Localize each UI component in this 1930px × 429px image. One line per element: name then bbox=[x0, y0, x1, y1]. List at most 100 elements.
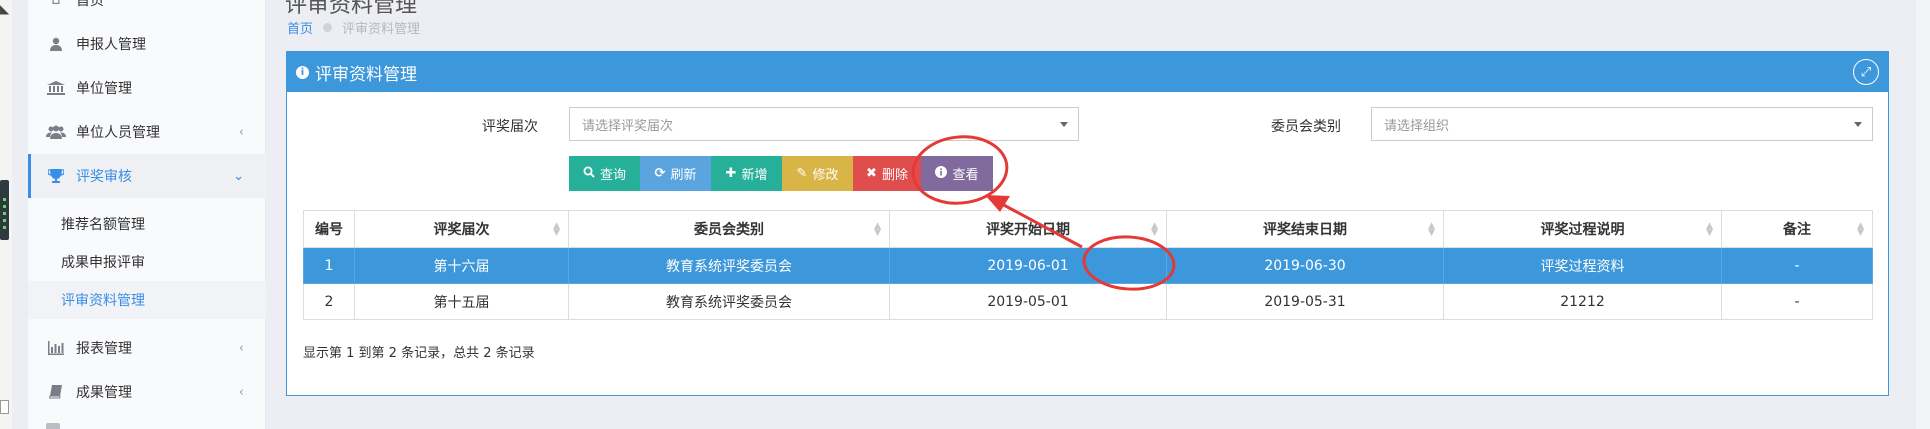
page-title: 评审资料管理 bbox=[285, 0, 418, 18]
sidebar-subitem-label: 成果申报评审 bbox=[61, 255, 145, 271]
breadcrumb-home-link[interactable]: 首页 bbox=[287, 18, 313, 37]
table-cell: 21212 bbox=[1443, 283, 1722, 320]
committee-label: 委员会类别 bbox=[1271, 119, 1341, 135]
breadcrumb-separator-icon bbox=[323, 23, 333, 32]
table-cell: 第十六届 bbox=[354, 247, 569, 284]
chevron-left-icon: ‹ bbox=[238, 384, 244, 400]
caret-down-icon bbox=[1060, 122, 1068, 127]
view-button[interactable]: 查看 bbox=[921, 156, 993, 191]
sort-icon: ▲ ▼ bbox=[1857, 221, 1864, 238]
sidebar-item-reports[interactable]: 报表管理 ‹ bbox=[28, 326, 266, 370]
next-menu-icon bbox=[46, 423, 60, 429]
pagination-summary: 显示第 1 到第 2 条记录，总共 2 条记录 bbox=[303, 346, 535, 361]
delete-button-label: 删除 bbox=[881, 168, 908, 183]
bar-chart-icon bbox=[46, 341, 66, 355]
sidebar-item-label: 成果管理 bbox=[76, 385, 132, 401]
column-label: 评奖过程说明 bbox=[1540, 222, 1625, 238]
table-header-cell[interactable]: 委员会类别 ▲ ▼ bbox=[568, 210, 890, 248]
table-cell: 1 bbox=[303, 247, 355, 284]
table-row[interactable]: 1 第十六届 教育系统评奖委员会 2019-06-01 2019-06-30 评… bbox=[303, 247, 1873, 284]
home-icon: ⌂ bbox=[51, 0, 61, 8]
table-header-cell[interactable]: 评奖过程说明 ▲ ▼ bbox=[1443, 210, 1722, 248]
sidebar-item-label: 单位人员管理 bbox=[76, 125, 160, 141]
add-button-label: 新增 bbox=[741, 168, 768, 183]
table-cell: 教育系统评奖委员会 bbox=[568, 247, 890, 284]
sort-icon: ▲ ▼ bbox=[553, 221, 560, 238]
table-header-cell[interactable]: 编号 bbox=[303, 210, 355, 248]
data-table: 编号 评奖届次 ▲ ▼ 委员会类别 ▲ ▼ 评奖开始日期 ▲ ▼ 评奖结束日期 ▲ ▼ 评奖过程… bbox=[303, 210, 1873, 320]
refresh-button[interactable]: ⟳ 刷新 bbox=[640, 156, 711, 191]
sidebar-subitem-quota[interactable]: 推荐名额管理 bbox=[28, 205, 266, 243]
panel-title: 评审资料管理 bbox=[315, 64, 417, 85]
table-cell: 第十五届 bbox=[354, 283, 569, 320]
column-label: 评奖结束日期 bbox=[1263, 222, 1347, 238]
sidebar-item-label: 评奖审核 bbox=[76, 169, 132, 185]
view-button-label: 查看 bbox=[952, 168, 979, 183]
committee-select[interactable]: 请选择组织 bbox=[1371, 107, 1873, 141]
level-meter-icon bbox=[0, 180, 9, 240]
table-header-cell[interactable]: 备注 ▲ ▼ bbox=[1721, 210, 1873, 248]
sidebar-subitem-label: 推荐名额管理 bbox=[61, 217, 145, 233]
trophy-icon bbox=[46, 169, 66, 183]
table-cell: 教育系统评奖委员会 bbox=[568, 283, 890, 320]
sort-icon: ▲ ▼ bbox=[1706, 221, 1713, 238]
sidebar-item-applicant[interactable]: 申报人管理 bbox=[28, 22, 266, 66]
column-label: 编号 bbox=[315, 222, 343, 238]
chevron-left-icon: ‹ bbox=[238, 124, 244, 140]
table-cell: 2019-06-30 bbox=[1166, 247, 1444, 284]
close-icon: ✖ bbox=[866, 166, 877, 181]
table-header-cell[interactable]: 评奖开始日期 ▲ ▼ bbox=[889, 210, 1167, 248]
edit-button[interactable]: ✎ 修改 bbox=[782, 156, 853, 191]
sidebar-subitem-achievement-review[interactable]: 成果申报评审 bbox=[28, 243, 266, 281]
table-cell: 2019-05-31 bbox=[1166, 283, 1444, 320]
sort-icon: ▲ ▼ bbox=[1428, 221, 1435, 238]
sidebar-item-label: 报表管理 bbox=[76, 341, 132, 357]
table-header-row: 编号 评奖届次 ▲ ▼ 委员会类别 ▲ ▼ 评奖开始日期 ▲ ▼ 评奖结束日期 ▲ ▼ 评奖过程… bbox=[303, 210, 1873, 248]
sidebar-item-award-review[interactable]: 评奖审核 ⌄ bbox=[28, 154, 266, 198]
expand-icon[interactable]: ⤢ bbox=[1853, 59, 1879, 85]
table-header-cell[interactable]: 评奖结束日期 ▲ ▼ bbox=[1166, 210, 1444, 248]
users-icon bbox=[46, 125, 66, 139]
sort-icon: ▲ ▼ bbox=[874, 221, 881, 238]
table-header-cell[interactable]: 评奖届次 ▲ ▼ bbox=[354, 210, 569, 248]
column-label: 评奖开始日期 bbox=[986, 222, 1070, 238]
chevron-down-icon: ⌄ bbox=[233, 168, 244, 184]
query-button-label: 查询 bbox=[599, 168, 626, 183]
edit-button-label: 修改 bbox=[812, 168, 839, 183]
column-label: 备注 bbox=[1783, 222, 1811, 238]
sidebar-item-unit-staff[interactable]: 单位人员管理 ‹ bbox=[28, 110, 266, 154]
info-icon: i bbox=[296, 65, 309, 79]
search-icon bbox=[583, 166, 595, 182]
book-icon bbox=[46, 385, 66, 399]
session-select[interactable]: 请选择评奖届次 bbox=[569, 107, 1079, 141]
sidebar-subitem-review-materials[interactable]: 评审资料管理 bbox=[28, 281, 266, 319]
cursor-arrow-icon: ◣ bbox=[0, 2, 10, 16]
add-button[interactable]: ✚ 新增 bbox=[711, 156, 782, 191]
sidebar-item-unit[interactable]: 单位管理 bbox=[28, 66, 266, 110]
column-label: 评奖届次 bbox=[433, 222, 490, 238]
sidebar-item-home[interactable]: ⌂ 首页 bbox=[28, 0, 266, 22]
breadcrumb: 首页 评审资料管理 bbox=[287, 18, 420, 37]
sidebar: ⌂ 首页 申报人管理 单位管理 单位人员管理 ‹ 评奖审核 ⌄ 推荐名额管理 成… bbox=[28, 0, 266, 429]
bank-icon bbox=[46, 81, 66, 95]
breadcrumb-current: 评审资料管理 bbox=[342, 22, 421, 37]
sidebar-item-achievements[interactable]: 成果管理 ‹ bbox=[28, 370, 266, 414]
table-cell: 2019-06-01 bbox=[889, 247, 1167, 284]
session-label: 评奖届次 bbox=[482, 119, 538, 135]
small-box-icon bbox=[0, 400, 9, 414]
caret-down-icon bbox=[1854, 122, 1862, 127]
table-cell: - bbox=[1721, 283, 1873, 320]
table-cell: 2019-05-01 bbox=[889, 283, 1167, 320]
delete-button[interactable]: ✖ 删除 bbox=[853, 156, 921, 191]
info-icon bbox=[935, 165, 948, 182]
main-panel: i 评审资料管理 ⤢ 评奖届次 请选择评奖届次 委员会类别 请选择组织 查询 ⟳… bbox=[286, 51, 1889, 396]
left-edge-strip: ◣ bbox=[0, 0, 12, 429]
table-cell: - bbox=[1721, 247, 1873, 284]
plus-icon: ✚ bbox=[725, 166, 737, 181]
query-button[interactable]: 查询 bbox=[569, 156, 640, 191]
table-row[interactable]: 2 第十五届 教育系统评奖委员会 2019-05-01 2019-05-31 2… bbox=[303, 283, 1873, 320]
sidebar-item-label: 首页 bbox=[76, 0, 104, 9]
right-scroll-area bbox=[1916, 0, 1930, 429]
edit-icon: ✎ bbox=[796, 166, 808, 181]
sort-icon: ▲ ▼ bbox=[1151, 221, 1158, 238]
